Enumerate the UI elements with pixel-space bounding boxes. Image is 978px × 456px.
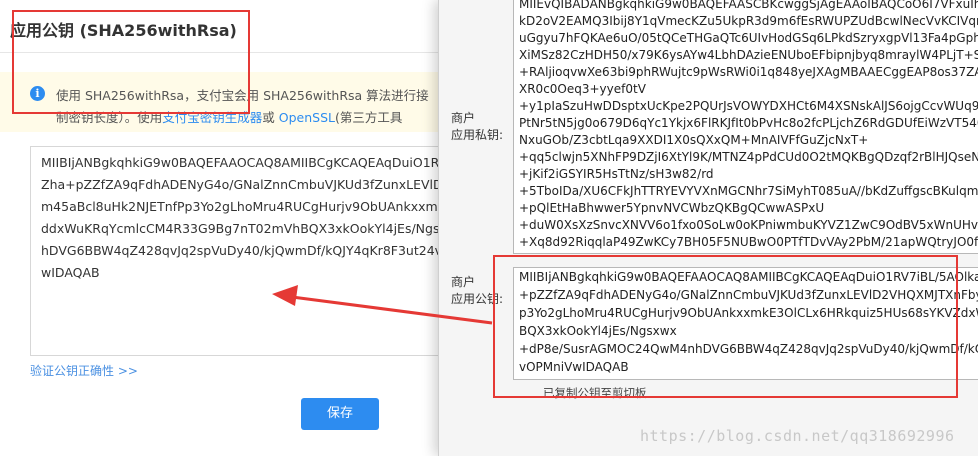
key-text-line: MIIBIjANBgkqhkiG9w0BAQEFAAOCAQ8AMIIBCgKC…	[519, 270, 978, 284]
notice-text-prefix: 制密钥长度）。使用	[56, 110, 163, 125]
save-button[interactable]: 保存	[301, 398, 379, 430]
key-text-line: kD2oV2EAMQ3Ibij8Y1qVmecKZu5UkpR3d9m6fEsR…	[519, 14, 978, 28]
public-key-label-line1: 商户	[451, 275, 476, 289]
key-text-line: vOPMniVwIDAQAB	[519, 360, 629, 374]
key-text-line: MIIBIjANBgkqhkiG9w0BAQEFAAOCAQ8AMIIBCgKC…	[41, 155, 440, 170]
dialog-title: 应用公钥 (SHA256withRsa)	[10, 21, 237, 40]
private-key-label-line2: 应用私钥:	[451, 128, 504, 142]
public-key-label: 商户 应用公钥:	[451, 274, 503, 308]
private-key-textarea[interactable]: MIIEvQIBADANBgkqhkiG9w0BAQEFAASCBKcwggSj…	[513, 0, 978, 254]
private-key-label-line1: 商户	[451, 111, 476, 125]
key-text-line: XR0c0Oeq3+yyef0tV	[519, 82, 646, 96]
key-text-line: BQX3xkOokYl4jEs/Ngsxwx	[519, 324, 677, 338]
keygen-tool-link[interactable]: 支付宝密钥生成器	[162, 110, 262, 125]
key-text-line: +5TboIDa/XU6CFkJhTTRYEVYVXnMGCNhr7SiMyhT…	[519, 184, 978, 198]
notice-text-or: 或	[262, 110, 275, 125]
notice-text-line1: 使用 SHA256withRsa，支付宝会用 SHA256withRsa 算法进…	[56, 88, 429, 103]
key-text-line: +jKif2iGSYIR5HsTtNz/sH3w82/rd	[519, 167, 714, 181]
copied-status-text: 已复制公钥至剪切板	[543, 386, 647, 400]
public-key-textarea[interactable]: MIIBIjANBgkqhkiG9w0BAQEFAAOCAQ8AMIIBCgKC…	[30, 146, 446, 356]
key-text-line: PtNr5tN5jg0o679D6qYc1Ykjx6FlRKJfIt0bPvHc…	[519, 116, 978, 130]
key-text-line: +qq5clwjn5XNhFP9DZjI6XtYl9K/MTNZ4pPdCUd0…	[519, 150, 978, 164]
key-text-line: +pZZfZA9qFdhADENyG4o/GNalZnnCmbuVJKUd3fZ…	[519, 288, 978, 302]
notice-text-line2: 制密钥长度）。使用支付宝密钥生成器或 OpenSSL(第三方工具	[56, 107, 402, 126]
key-text-line: NxuGOb/Z3cbtLqa9XXDI1X0sQXxQM+MnAIVFfGuZ…	[519, 133, 869, 147]
openssl-link[interactable]: OpenSSL	[279, 110, 335, 125]
key-text-line: p3Yo2gLhoMru4RUCgHurjv9ObUAnkxxmkE3OlCLx…	[519, 306, 978, 320]
public-key-output-textarea[interactable]: MIIBIjANBgkqhkiG9w0BAQEFAAOCAQ8AMIIBCgKC…	[513, 267, 978, 380]
watermark-text: https://blog.csdn.net/qq318692996	[640, 427, 955, 445]
info-icon: i	[30, 86, 45, 101]
notice-text-suffix: (第三方工具	[335, 110, 403, 125]
key-text-line: uGgyu7hFQKAe6uO/05tQCeTHGaQTc6UIvHodGSq6…	[519, 31, 978, 45]
key-text-line: MIIEvQIBADANBgkqhkiG9w0BAQEFAASCBKcwggSj…	[519, 0, 978, 11]
key-text-line: +Xq8d92RiqqlaP49ZwKCy7BH05F5NUBwO0PTfTDv…	[519, 235, 978, 249]
key-text-line: +duW0XsXzSnvcXNVV6o1fxo0SoLw0oKPniwmbuKY…	[519, 218, 978, 232]
verify-public-key-link[interactable]: 验证公钥正确性 >>	[30, 362, 138, 379]
key-text-line: Zha+pZZfZA9qFdhADENyG4o/GNalZnnCmbuVJKUd…	[41, 177, 446, 192]
key-text-line: m45aBcl8uHk2NJETnfPp3Yo2gLhoMru4RUCgHurj…	[41, 199, 445, 214]
private-key-label: 商户 应用私钥:	[451, 110, 503, 144]
key-text-line: +RAljioqvwXe63bi9phRWujtc9pWsRWi0i1q848y…	[519, 65, 978, 79]
key-text-line: +pQlEtHaBhwwer5YpnvNVCWbzQKBgQCwwASPxU	[519, 201, 825, 215]
key-text-line: ddxWuKRqYcmlcCM4R33G9Bg7nT02mVhBQX3xkOok…	[41, 221, 446, 236]
key-text-line: hDVG6BBW4qZ428qvJq2spVuDy40/kjQwmDf/kQJY…	[41, 243, 443, 258]
title-divider	[0, 52, 440, 53]
app-public-key-dialog: 应用公钥 (SHA256withRsa) i 使用 SHA256withRsa，…	[0, 0, 446, 456]
key-text-line: XiMSz82CzHDH50/x79K6ysAYw4LbhDAzieENUboE…	[519, 48, 978, 62]
public-key-label-line2: 应用公钥:	[451, 292, 504, 306]
key-text-line: wIDAQAB	[41, 265, 100, 280]
key-generator-window: 商户 应用私钥: MIIEvQIBADANBgkqhkiG9w0BAQEFAAS…	[438, 0, 978, 456]
key-text-line: +dP8e/SusrAGMOC24QwM4nhDVG6BBW4qZ428qvJq…	[519, 342, 978, 356]
key-text-line: +y1pIaSzuHwDDsptxUcKpe2PQUrJsVOWYDXHCt6M…	[519, 99, 978, 113]
